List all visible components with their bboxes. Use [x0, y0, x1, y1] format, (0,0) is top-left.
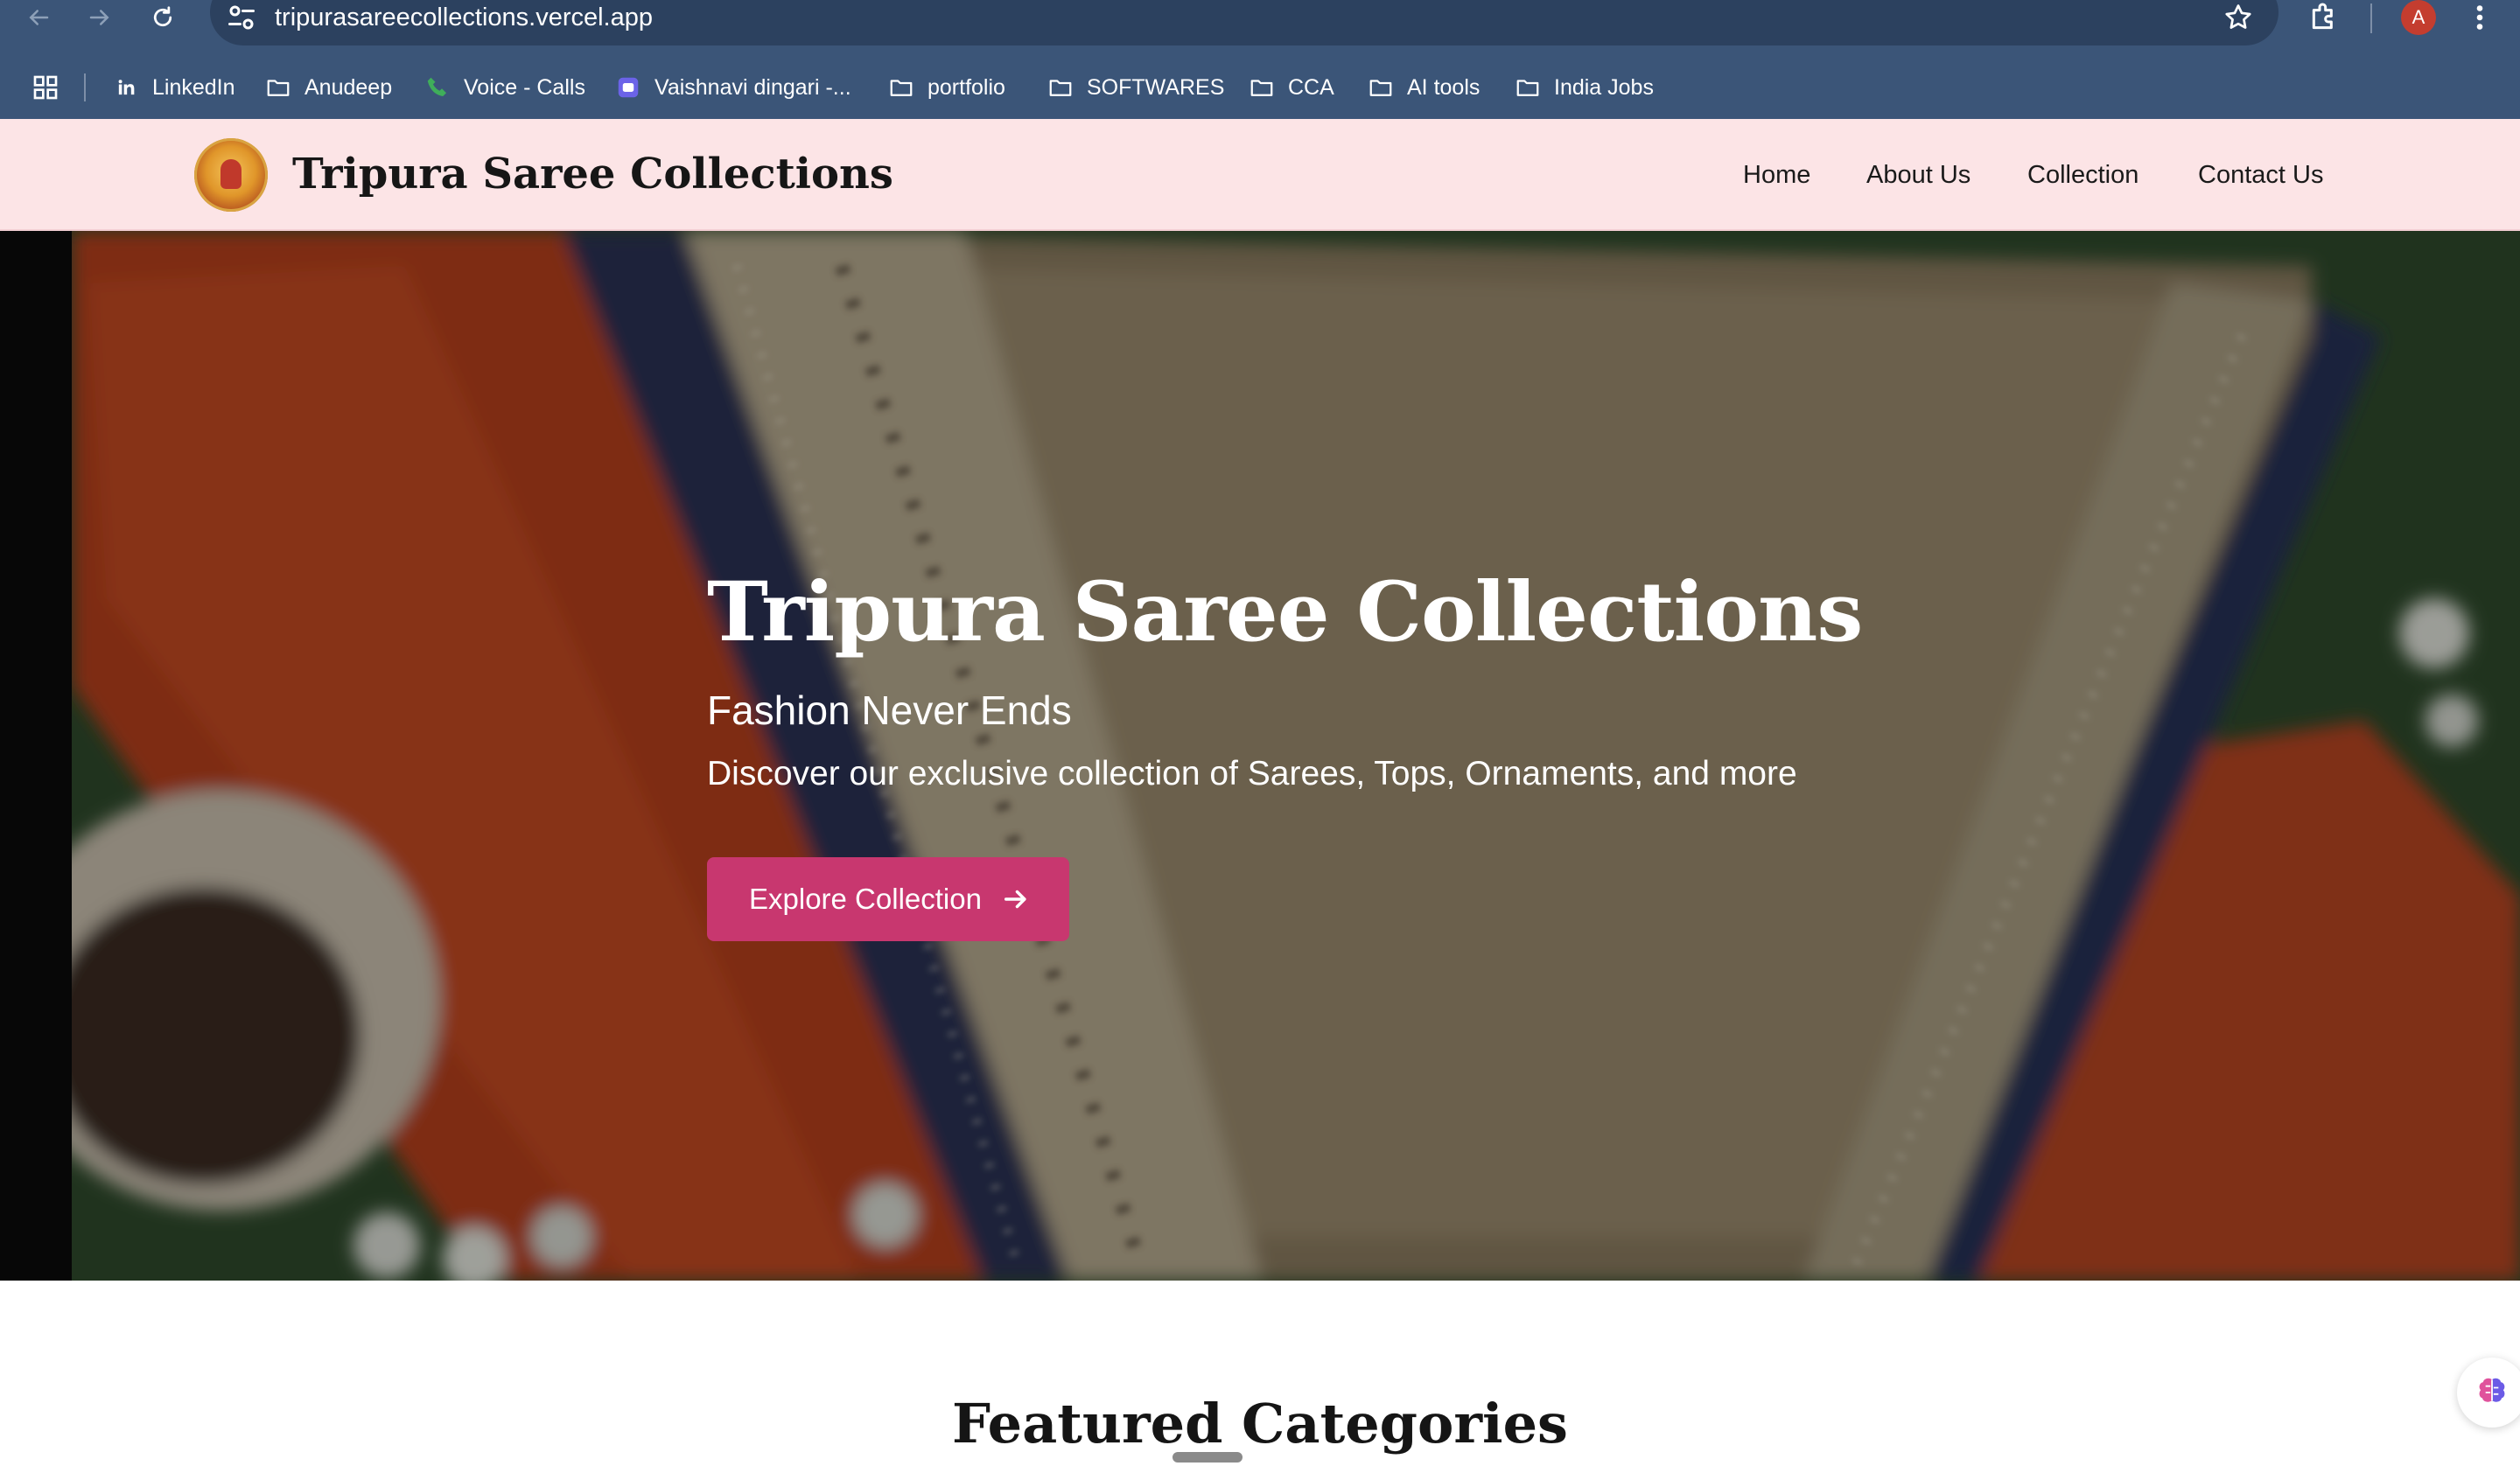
- menu-kebab-icon[interactable]: [2469, 2, 2490, 33]
- toolbar-divider: [2370, 3, 2372, 33]
- folder-icon: [1514, 73, 1542, 101]
- bookmark-softwares[interactable]: SOFTWARES: [1046, 68, 1224, 107]
- bookmark-label: SOFTWARES: [1087, 74, 1225, 100]
- app-icon: [614, 73, 642, 101]
- folder-icon: [887, 73, 915, 101]
- featured-section: Featured Categories: [0, 1281, 2520, 1480]
- bookmark-label: Vaishnavi dingari -...: [654, 74, 851, 100]
- url-text[interactable]: tripurasareecollections.vercel.app: [275, 2, 653, 33]
- phone-icon: [424, 73, 452, 101]
- hero-title: Tripura Saree Collections: [707, 564, 1863, 660]
- hero-description: Discover our exclusive collection of Sar…: [707, 755, 1797, 792]
- folder-icon: [1046, 73, 1074, 101]
- browser-toolbar: tripurasareecollections.vercel.app A: [0, 0, 2520, 45]
- back-arrow-icon: [29, 10, 49, 25]
- brand-name[interactable]: Tripura Saree Collections: [292, 145, 893, 203]
- bookmark-linkedin[interactable]: LinkedIn: [112, 68, 235, 107]
- nav-about-us[interactable]: About Us: [1866, 159, 1970, 191]
- bookmark-label: India Jobs: [1554, 74, 1654, 100]
- brain-icon: [2479, 1378, 2505, 1402]
- heading-underline: [1172, 1452, 1242, 1463]
- reload-button[interactable]: [144, 0, 182, 35]
- site-settings-icon[interactable]: [226, 2, 257, 33]
- bookmark-voice-calls[interactable]: Voice - Calls: [424, 68, 585, 107]
- arrow-right-icon: [1004, 890, 1026, 909]
- bookmarks-bar: LinkedIn Anudeep Voice - Calls Vaishnavi…: [0, 68, 2520, 107]
- forward-arrow-icon: [89, 10, 109, 25]
- floating-assistant-button[interactable]: [2457, 1358, 2520, 1428]
- hero-subtitle: Fashion Never Ends: [707, 688, 1072, 733]
- cta-label: Explore Collection: [749, 883, 982, 915]
- bookmark-label: LinkedIn: [152, 74, 235, 100]
- hero-section: Tripura Saree Collections Fashion Never …: [0, 231, 2520, 1281]
- bookmark-anudeep[interactable]: Anudeep: [264, 68, 392, 107]
- back-button[interactable]: [19, 0, 58, 35]
- bookmark-portfolio[interactable]: portfolio: [887, 68, 1005, 107]
- nav-home[interactable]: Home: [1743, 159, 1810, 191]
- bookmark-india-jobs[interactable]: India Jobs: [1514, 68, 1654, 107]
- featured-categories-heading: Featured Categories: [952, 1392, 1568, 1456]
- bookmark-label: portfolio: [928, 74, 1005, 100]
- brand-logo[interactable]: [194, 138, 268, 212]
- bookmark-ai-tools[interactable]: AI tools: [1367, 68, 1480, 107]
- bookmark-vaishnavi[interactable]: Vaishnavi dingari -...: [614, 68, 851, 107]
- nav-contact-us[interactable]: Contact Us: [2198, 159, 2323, 191]
- bookmark-label: AI tools: [1407, 74, 1480, 100]
- browser-chrome: tripurasareecollections.vercel.app A Lin…: [0, 0, 2520, 119]
- address-bar[interactable]: tripurasareecollections.vercel.app: [210, 0, 2278, 45]
- explore-collection-button[interactable]: Explore Collection: [707, 857, 1069, 941]
- folder-icon: [1367, 73, 1395, 101]
- nav-collection[interactable]: Collection: [2027, 159, 2138, 191]
- bookmark-label: CCA: [1288, 74, 1334, 100]
- bookmark-label: Voice - Calls: [464, 74, 585, 100]
- bookmarks-divider: [84, 73, 86, 101]
- bookmark-star-icon[interactable]: [2222, 2, 2254, 33]
- bookmark-cca[interactable]: CCA: [1248, 68, 1334, 107]
- apps-grid-icon[interactable]: [32, 73, 60, 101]
- reload-icon: [153, 6, 172, 27]
- forward-button[interactable]: [80, 0, 119, 35]
- linkedin-icon: [112, 73, 140, 101]
- bookmark-label: Anudeep: [304, 74, 393, 100]
- site-header: Tripura Saree Collections Home About Us …: [0, 119, 2520, 231]
- extensions-icon[interactable]: [2306, 0, 2342, 35]
- profile-avatar[interactable]: A: [2401, 0, 2436, 35]
- folder-icon: [1248, 73, 1276, 101]
- folder-icon: [264, 73, 292, 101]
